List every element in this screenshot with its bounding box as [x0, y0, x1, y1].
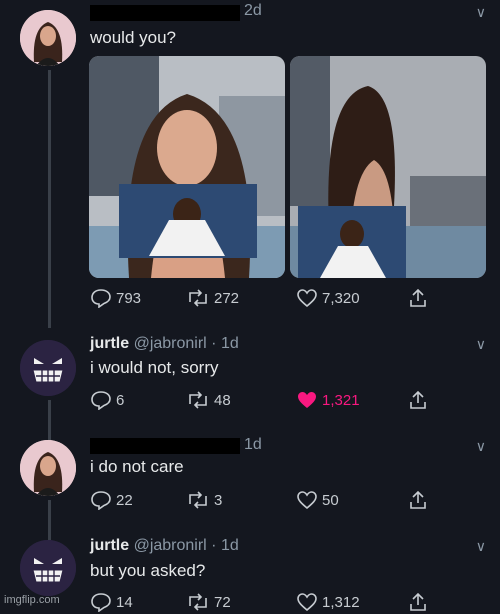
retweet-button[interactable]: 272	[186, 288, 239, 308]
share-icon	[410, 390, 426, 409]
heart-icon	[297, 289, 317, 308]
tweet-text: would you?	[90, 28, 177, 47]
retweet-icon	[189, 289, 207, 307]
heart-filled-icon	[298, 392, 316, 408]
tweet-text: but you asked?	[90, 561, 206, 580]
like-button[interactable]: 1,321	[296, 390, 360, 410]
tweet-actions: 6 48 1,321	[90, 390, 440, 412]
tweet-text: i would not, sorry	[90, 358, 219, 377]
tweet-actions: 14 72 1,312	[90, 592, 440, 614]
tweet-actions: 22 3 50	[90, 490, 440, 512]
avatar[interactable]	[20, 440, 76, 496]
thread-line	[48, 400, 51, 440]
tweet-image[interactable]	[290, 56, 486, 278]
tweet-text: i do not care	[90, 457, 184, 476]
share-button[interactable]	[408, 490, 428, 510]
retweet-count: 3	[214, 491, 223, 509]
retweet-icon	[189, 593, 207, 611]
tweet-author: jurtle @jabronirl · 1d	[90, 335, 239, 353]
like-count: 50	[322, 491, 339, 509]
tweet-handle-time: 1d	[244, 436, 262, 453]
chevron-down-icon[interactable]: ∨	[476, 336, 486, 353]
heart-icon	[297, 491, 317, 510]
tweet-actions: 793 272 7,320	[90, 288, 440, 310]
tweet-handle-time: @jabronirl · 1d	[133, 335, 239, 352]
display-name[interactable]: jurtle	[90, 537, 129, 554]
retweet-count: 48	[214, 391, 231, 409]
retweet-button[interactable]: 48	[186, 390, 231, 410]
share-icon	[410, 592, 426, 611]
reply-count: 6	[116, 391, 125, 409]
like-count: 7,320	[322, 289, 360, 307]
retweet-button[interactable]: 72	[186, 592, 231, 612]
chevron-down-icon[interactable]: ∨	[476, 538, 486, 555]
retweet-icon	[189, 491, 207, 509]
like-button[interactable]: 7,320	[296, 288, 360, 308]
share-button[interactable]	[408, 390, 428, 410]
tweet-handle-time: 2d	[244, 2, 262, 19]
display-name[interactable]: jurtle	[90, 335, 129, 352]
reply-button[interactable]: 14	[90, 592, 133, 612]
reply-button[interactable]: 793	[90, 288, 141, 308]
like-button[interactable]: 50	[296, 490, 339, 510]
share-button[interactable]	[408, 288, 428, 308]
chevron-down-icon[interactable]: ∨	[476, 438, 486, 455]
avatar[interactable]	[20, 10, 76, 66]
heart-icon	[297, 593, 317, 612]
avatar[interactable]	[20, 340, 76, 396]
retweet-icon	[189, 391, 207, 409]
share-button[interactable]	[408, 592, 428, 612]
avatar[interactable]	[20, 540, 76, 596]
reply-count: 793	[116, 289, 142, 307]
retweet-count: 272	[214, 289, 240, 307]
reply-icon	[91, 391, 111, 410]
reply-button[interactable]: 22	[90, 490, 133, 510]
redacted-name	[90, 5, 240, 21]
share-icon	[410, 490, 426, 509]
like-button[interactable]: 1,312	[296, 592, 360, 612]
reply-icon	[91, 593, 111, 612]
share-icon	[410, 288, 426, 307]
like-count: 1,321	[322, 391, 360, 409]
tweet-author: jurtle @jabronirl · 1d	[90, 537, 239, 555]
retweet-button[interactable]: 3	[186, 490, 222, 510]
reply-button[interactable]: 6	[90, 390, 124, 410]
tweet-handle-time: @jabronirl · 1d	[133, 537, 239, 554]
chevron-down-icon[interactable]: ∨	[476, 4, 486, 21]
thread-line	[48, 500, 51, 540]
tweet-image[interactable]	[89, 56, 285, 278]
thread-line	[48, 70, 51, 328]
reply-count: 22	[116, 491, 133, 509]
redacted-name	[90, 438, 240, 454]
reply-icon	[91, 491, 111, 510]
watermark: imgflip.com	[4, 594, 60, 606]
reply-icon	[91, 289, 111, 308]
